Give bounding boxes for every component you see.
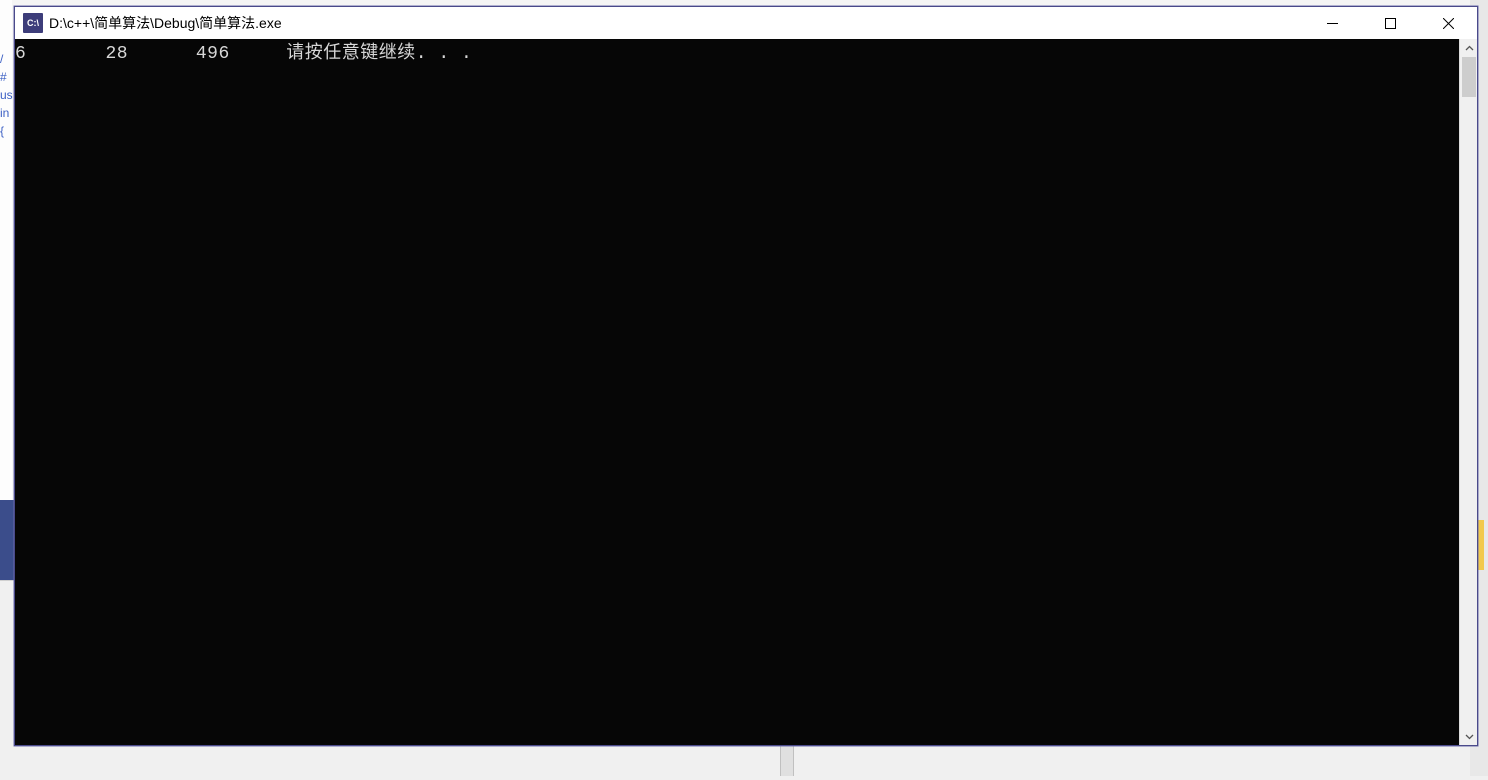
scrollbar-thumb[interactable] (1462, 57, 1476, 97)
ide-splitter[interactable] (780, 746, 794, 776)
bg-code-fragment: us (0, 86, 12, 104)
close-icon (1443, 18, 1454, 29)
window-title: D:\c++\简单算法\Debug\简单算法.exe (49, 13, 1303, 33)
minimize-button[interactable] (1303, 7, 1361, 39)
output-prompt: 请按任意键继续. . . (286, 44, 472, 64)
console-body: 6 28 496 请按任意键继续. . . (15, 39, 1477, 745)
scrollbar-vertical[interactable] (1459, 39, 1477, 745)
bg-code-fragment: in (0, 104, 12, 122)
chevron-down-icon (1465, 732, 1474, 741)
scrollbar-up-icon[interactable] (1460, 39, 1478, 57)
minimize-icon (1327, 18, 1338, 29)
output-number: 28 (105, 44, 128, 64)
bg-code-fragment: { (0, 122, 12, 140)
console-output[interactable]: 6 28 496 请按任意键继续. . . (15, 39, 1459, 745)
chevron-up-icon (1465, 44, 1474, 53)
console-window: C:\ D:\c++\简单算法\Debug\简单算法.exe 6 28 496 … (14, 6, 1478, 746)
maximize-button[interactable] (1361, 7, 1419, 39)
app-icon: C:\ (23, 13, 43, 33)
close-button[interactable] (1419, 7, 1477, 39)
window-controls (1303, 7, 1477, 39)
bg-code-fragment: # (0, 68, 12, 86)
titlebar[interactable]: C:\ D:\c++\简单算法\Debug\简单算法.exe (15, 7, 1477, 39)
maximize-icon (1385, 18, 1396, 29)
output-number: 496 (196, 44, 230, 64)
output-number: 6 (15, 44, 26, 64)
bg-code-fragment: / (0, 50, 12, 68)
scrollbar-down-icon[interactable] (1460, 727, 1478, 745)
app-icon-label: C:\ (27, 18, 39, 28)
